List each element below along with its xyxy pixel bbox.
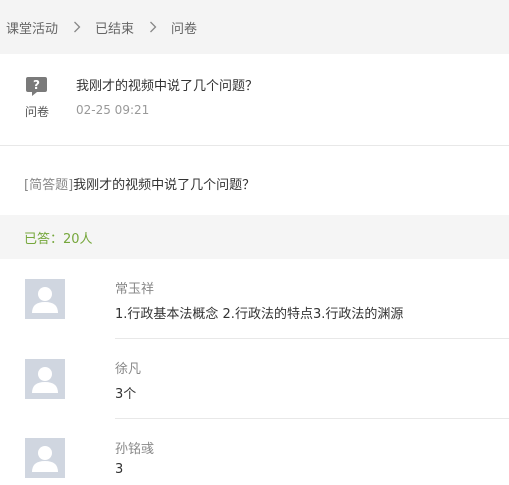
question-text: 我刚才的视频中说了几个问题？ xyxy=(73,178,256,193)
avatar xyxy=(25,438,65,478)
answer-text: 3 xyxy=(115,462,124,477)
chevron-right-icon xyxy=(149,21,157,33)
questionnaire-icon: ? xyxy=(25,76,49,102)
question: [简答题]我刚才的视频中说了几个问题？ xyxy=(24,174,255,193)
answered-count: 已答：20人 xyxy=(24,231,93,247)
breadcrumb-ended[interactable]: 已结束 xyxy=(95,18,134,37)
breadcrumb: 课堂活动 已结束 问卷 xyxy=(0,0,509,54)
divider xyxy=(115,338,509,339)
answered-count-bar: 已答：20人 xyxy=(0,215,509,259)
svg-text:?: ? xyxy=(33,78,40,92)
answer-author: 徐凡 xyxy=(115,362,142,377)
answer-text: 3个 xyxy=(115,387,137,402)
activity-header xyxy=(0,54,509,144)
divider xyxy=(115,418,509,419)
divider xyxy=(0,145,509,146)
user-icon xyxy=(25,279,65,319)
chevron-right-icon xyxy=(73,21,81,33)
answer-text: 1.行政基本法概念 2.行政法的特点3.行政法的渊源 xyxy=(115,307,404,322)
avatar xyxy=(25,359,65,399)
activity-type-label: 问卷 xyxy=(25,105,50,119)
breadcrumb-questionnaire[interactable]: 问卷 xyxy=(171,18,197,37)
activity-title: 我刚才的视频中说了几个问题？ xyxy=(76,79,259,94)
answer-author: 常玉祥 xyxy=(115,282,155,297)
activity-time: 02-25 09:21 xyxy=(76,103,150,117)
breadcrumb-classroom-activity[interactable]: 课堂活动 xyxy=(6,18,58,37)
avatar xyxy=(25,279,65,319)
answer-author: 孙铭彧 xyxy=(115,442,155,457)
question-type-tag: [简答题] xyxy=(24,178,74,193)
user-icon xyxy=(25,359,65,399)
user-icon xyxy=(25,438,65,478)
